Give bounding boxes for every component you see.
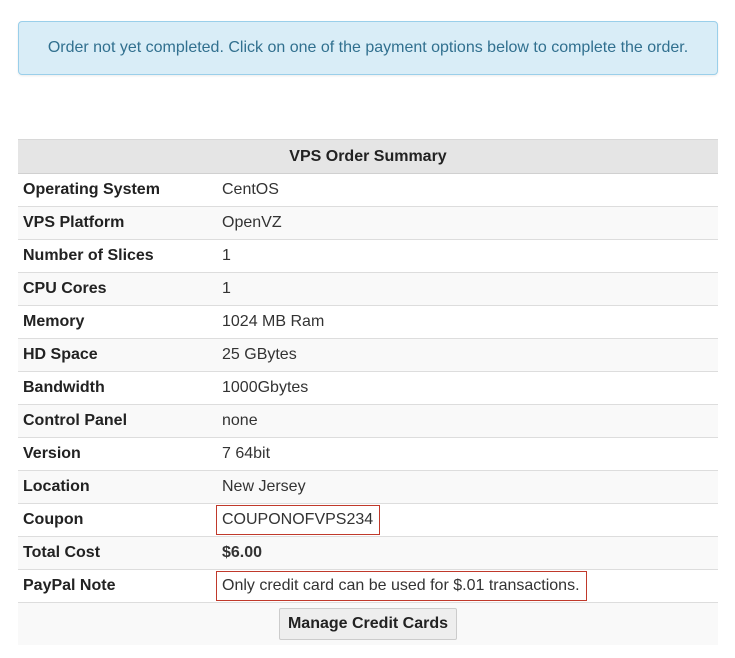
table-row-paypal-note: PayPal Note Only credit card can be used… — [18, 569, 718, 603]
row-label: Version — [18, 437, 217, 471]
table-row-control-panel: Control Panel none — [18, 404, 718, 438]
table-row-hd-space: HD Space 25 GBytes — [18, 338, 718, 372]
manage-credit-cards-button[interactable]: Manage Credit Cards — [278, 607, 458, 640]
table-row-location: Location New Jersey — [18, 470, 718, 504]
paypal-note-highlight: Only credit card can be used for $.01 tr… — [216, 571, 587, 601]
table-row-coupon: Coupon COUPONOFVPS234 — [18, 503, 718, 537]
order-status-alert: Order not yet completed. Click on one of… — [18, 21, 718, 75]
row-label: HD Space — [18, 338, 217, 372]
row-value: 7 64bit — [217, 437, 718, 471]
row-value: CentOS — [217, 173, 718, 207]
table-row-version: Version 7 64bit — [18, 437, 718, 471]
table-row-memory: Memory 1024 MB Ram — [18, 305, 718, 339]
row-label: Memory — [18, 305, 217, 339]
row-label: Coupon — [18, 503, 217, 537]
table-row-bandwidth: Bandwidth 1000Gbytes — [18, 371, 718, 405]
coupon-code-highlight: COUPONOFVPS234 — [216, 505, 381, 535]
row-value: none — [217, 404, 718, 438]
row-value: 1 — [217, 239, 718, 273]
table-row-number-of-slices: Number of Slices 1 — [18, 239, 718, 273]
row-label: CPU Cores — [18, 272, 217, 306]
row-label: Number of Slices — [18, 239, 217, 273]
row-label: VPS Platform — [18, 206, 217, 240]
row-value: 1 — [217, 272, 718, 306]
table-row-vps-platform: VPS Platform OpenVZ — [18, 206, 718, 240]
row-value: 1000Gbytes — [217, 371, 718, 405]
total-cost-value: $6.00 — [217, 536, 718, 570]
row-value: 1024 MB Ram — [217, 305, 718, 339]
table-row-total-cost: Total Cost $6.00 — [18, 536, 718, 570]
alert-message: Order not yet completed. Click on one of… — [47, 39, 689, 56]
row-label: Control Panel — [18, 404, 217, 438]
table-row-cpu-cores: CPU Cores 1 — [18, 272, 718, 306]
row-label: Total Cost — [18, 536, 217, 570]
row-label: Location — [18, 470, 217, 504]
manage-cards-row: Manage Credit Cards — [18, 602, 718, 645]
row-value: COUPONOFVPS234 — [216, 503, 718, 537]
table-row-operating-system: Operating System CentOS — [18, 173, 718, 207]
row-value: 25 GBytes — [217, 338, 718, 372]
row-label: Bandwidth — [18, 371, 217, 405]
manage-cards-cell: Manage Credit Cards — [18, 602, 718, 645]
summary-header-row: VPS Order Summary — [18, 139, 718, 174]
summary-title: VPS Order Summary — [18, 139, 718, 174]
row-label: PayPal Note — [18, 569, 217, 603]
row-value: Only credit card can be used for $.01 tr… — [216, 569, 718, 603]
row-label: Operating System — [18, 173, 217, 207]
row-value: New Jersey — [217, 470, 718, 504]
vps-order-summary-table: VPS Order Summary Operating System CentO… — [18, 139, 718, 645]
row-value: OpenVZ — [217, 206, 718, 240]
